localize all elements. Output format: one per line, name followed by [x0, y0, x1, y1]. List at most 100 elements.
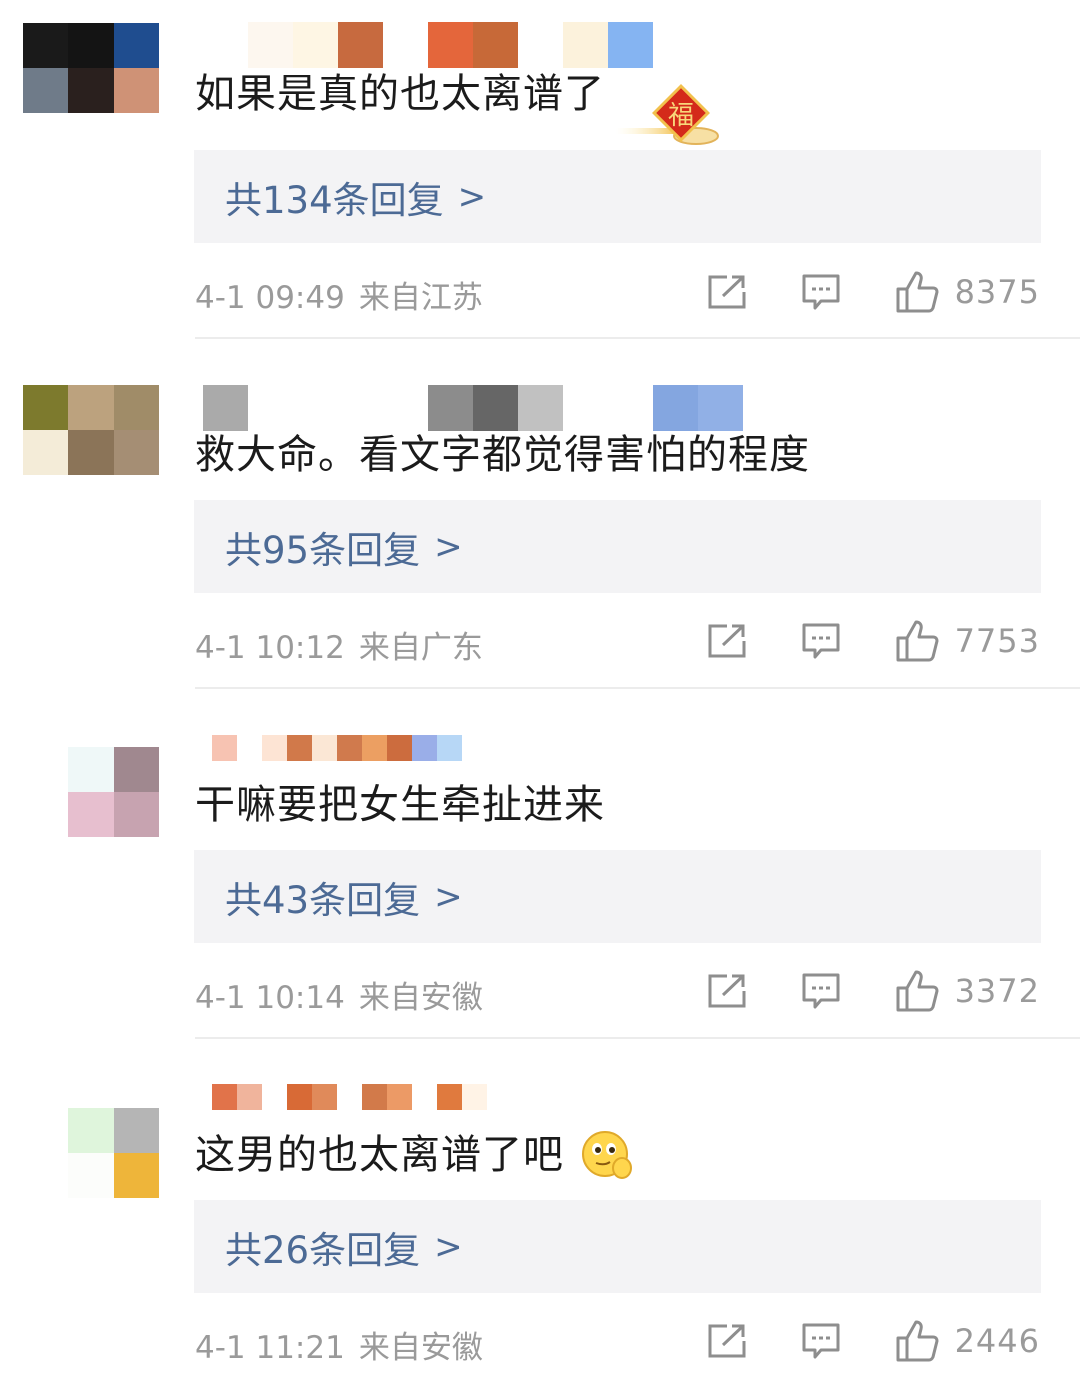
share-button[interactable]: [707, 274, 747, 310]
username-mosaic-cell: [387, 735, 412, 761]
username-mosaic-cell: [383, 385, 428, 431]
username-mosaic-cell: [387, 1084, 412, 1110]
username-mosaic-cell: [237, 1084, 262, 1110]
share-icon: [708, 275, 746, 309]
share-button[interactable]: [707, 973, 747, 1009]
like-button[interactable]: 7753: [895, 619, 1040, 663]
username-mosaic-cell: [262, 735, 287, 761]
avatar-mosaic-cell: [113, 385, 159, 430]
username-mosaic-cell: [412, 735, 437, 761]
comment-icon: [802, 973, 840, 1009]
reply-button[interactable]: [801, 972, 841, 1010]
avatar-mosaic-cell: [68, 792, 114, 837]
divider: [195, 1037, 1080, 1039]
view-replies-button[interactable]: 共134条回复 >: [194, 150, 1041, 243]
chevron-right-icon: >: [434, 526, 463, 567]
username-mosaic-cell: [383, 22, 428, 68]
comment-icon: [802, 274, 840, 310]
avatar-mosaic-cell: [68, 747, 114, 792]
username-mosaic-cell: [312, 1084, 337, 1110]
username-mosaic-cell: [653, 385, 698, 431]
avatar-mosaic-cell: [23, 385, 69, 430]
username-redacted[interactable]: [212, 1084, 487, 1110]
view-replies-button[interactable]: 共43条回复 >: [194, 850, 1041, 943]
thumbs-up-icon: [896, 271, 939, 313]
username-mosaic-cell: [518, 22, 563, 68]
thumbs-up-icon: [896, 620, 939, 662]
username-mosaic-cell: [563, 385, 608, 431]
username-mosaic-cell: [212, 1084, 237, 1110]
username-mosaic-cell: [362, 735, 387, 761]
chevron-right-icon: >: [457, 176, 487, 217]
username-redacted[interactable]: [212, 735, 462, 761]
username-redacted[interactable]: [203, 385, 743, 431]
avatar-mosaic-cell: [23, 1153, 69, 1198]
avatar-mosaic-cell: [113, 1153, 159, 1198]
avatar-mosaic-cell: [113, 23, 159, 68]
location: 来自江苏: [358, 280, 483, 316]
avatar-mosaic-cell: [23, 23, 69, 68]
like-button[interactable]: 8375: [895, 270, 1040, 314]
username-mosaic-cell: [412, 1084, 437, 1110]
like-count: 8375: [954, 273, 1040, 311]
reply-button[interactable]: [801, 622, 841, 660]
username-mosaic-cell: [608, 22, 653, 68]
username-mosaic-cell: [337, 1084, 362, 1110]
avatar-mosaic-cell: [68, 68, 114, 113]
username-mosaic-cell: [293, 385, 338, 431]
username-mosaic-cell: [518, 385, 563, 431]
thumbs-up-icon: [896, 1320, 939, 1362]
timestamp: 4-1 10:14: [195, 980, 345, 1016]
reply-button[interactable]: [801, 273, 841, 311]
username-mosaic-cell: [293, 22, 338, 68]
username-mosaic-cell: [287, 735, 312, 761]
reply-button[interactable]: [801, 1322, 841, 1360]
view-replies-button[interactable]: 共26条回复 >: [194, 1200, 1041, 1293]
avatar[interactable]: [23, 1108, 159, 1198]
share-icon: [708, 624, 746, 658]
comment-text: 如果是真的也太离谱了: [195, 71, 605, 117]
avatar-mosaic-cell: [23, 430, 69, 475]
comment-actions: 7753: [707, 617, 1040, 665]
username-mosaic-cell: [338, 22, 383, 68]
username-mosaic-cell: [337, 735, 362, 761]
location: 来自安徽: [358, 980, 483, 1016]
avatar-mosaic-cell: [113, 792, 159, 837]
comment-meta: 4-1 09:49 来自江苏: [195, 272, 483, 317]
avatar[interactable]: [23, 23, 159, 113]
avatar-mosaic-cell: [23, 792, 69, 837]
comment-actions: 3372: [707, 967, 1040, 1015]
share-button[interactable]: [707, 1323, 747, 1359]
smirk-face-icon: [580, 1128, 634, 1186]
username-mosaic-cell: [698, 385, 743, 431]
comment-actions: 2446: [707, 1317, 1040, 1365]
like-button[interactable]: 3372: [895, 969, 1040, 1013]
like-count: 7753: [954, 622, 1040, 660]
username-mosaic-cell: [473, 22, 518, 68]
fortune-badge-icon: 福: [616, 84, 722, 152]
username-mosaic-cell: [473, 385, 518, 431]
username-redacted[interactable]: [203, 22, 653, 68]
username-mosaic-cell: [437, 1084, 462, 1110]
avatar-mosaic-cell: [113, 1108, 159, 1153]
thumbs-up-icon: [896, 970, 939, 1012]
location: 来自广东: [358, 630, 483, 666]
share-button[interactable]: [707, 623, 747, 659]
username-mosaic-cell: [563, 22, 608, 68]
location: 来自安徽: [358, 1330, 483, 1366]
comment-meta: 4-1 10:14 来自安徽: [195, 972, 483, 1017]
comment-icon: [802, 623, 840, 659]
comment-actions: 8375: [707, 268, 1040, 316]
timestamp: 4-1 10:12: [195, 630, 345, 666]
comment-text: 干嘛要把女生牵扯进来: [195, 782, 605, 828]
comment-text: 救大命。看文字都觉得害怕的程度: [195, 432, 810, 478]
divider: [195, 337, 1080, 339]
timestamp: 4-1 11:21: [195, 1330, 345, 1366]
avatar[interactable]: [23, 385, 159, 475]
avatar[interactable]: [23, 747, 159, 837]
view-replies-button[interactable]: 共95条回复 >: [194, 500, 1041, 593]
username-mosaic-cell: [203, 22, 248, 68]
avatar-mosaic-cell: [68, 1108, 114, 1153]
replies-count-label: 共43条回复: [225, 878, 421, 922]
like-button[interactable]: 2446: [895, 1319, 1040, 1363]
